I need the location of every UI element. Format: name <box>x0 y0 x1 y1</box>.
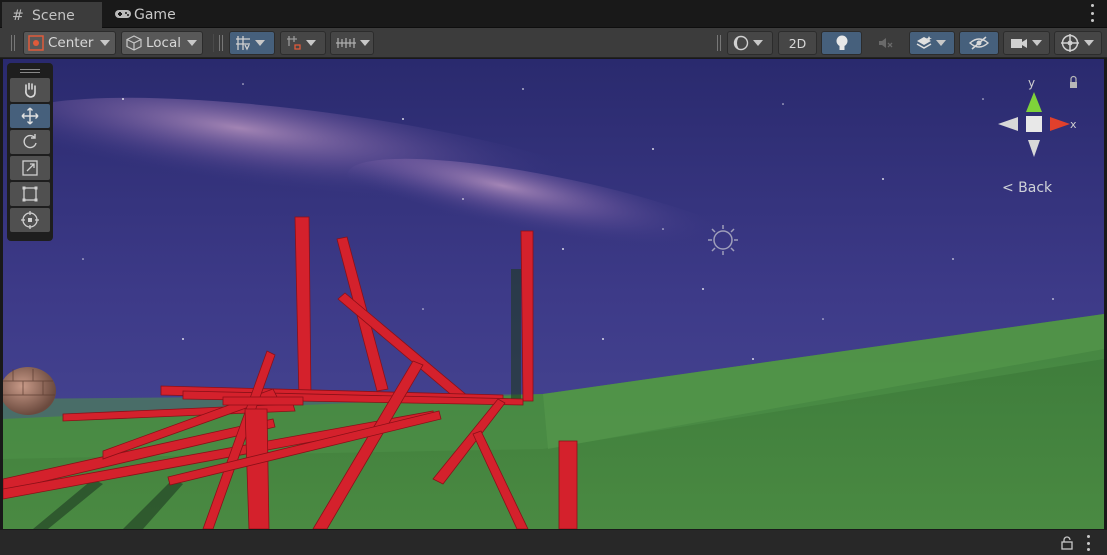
chevron-down-icon <box>100 40 111 46</box>
rotate-tool-button[interactable] <box>10 130 50 154</box>
axis-gizmo-icon: y x <box>998 75 1077 157</box>
rect-tool-button[interactable] <box>10 182 50 206</box>
gizmo-lock-icon <box>1070 82 1077 88</box>
camera-settings-dropdown[interactable] <box>1003 31 1050 55</box>
shading-sphere-icon <box>733 35 749 51</box>
move-tool-button[interactable] <box>10 104 50 128</box>
ruler-snapping-toggle[interactable] <box>330 31 374 55</box>
tab-menu-kebab-icon[interactable] <box>1089 4 1095 22</box>
chevron-down-icon <box>187 40 197 46</box>
chevron-down-icon <box>255 40 265 46</box>
scene-render <box>3 59 1104 529</box>
tab-scene[interactable]: # Scene <box>2 2 102 28</box>
toolbar-separator <box>213 34 214 52</box>
scale-tool-button[interactable] <box>10 156 50 180</box>
gizmos-dropdown[interactable] <box>1054 31 1102 55</box>
2d-mode-toggle[interactable]: 2D <box>778 31 817 55</box>
tab-game[interactable]: Game <box>104 2 194 28</box>
gizmos-globe-icon <box>1061 34 1079 52</box>
gizmo-y-label: y <box>1028 76 1035 90</box>
audio-muted-icon <box>879 38 893 48</box>
local-cube-icon <box>126 35 142 51</box>
pivot-mode-label: Center <box>48 35 94 51</box>
space-mode-dropdown[interactable]: Local <box>121 31 203 55</box>
scene-toolbar: Center Local 2D <box>0 28 1107 58</box>
toolbar-drag-handle[interactable] <box>717 35 721 51</box>
grid-snap-icon <box>236 36 250 51</box>
rect-transform-icon <box>22 186 38 202</box>
chevron-down-icon <box>306 40 316 46</box>
scale-icon <box>22 160 38 176</box>
eye-hidden-icon <box>968 36 990 50</box>
tab-game-label: Game <box>134 7 176 23</box>
lighting-toggle[interactable] <box>821 31 862 55</box>
2d-mode-label: 2D <box>788 35 807 51</box>
move-icon <box>21 107 39 125</box>
tab-bar: # Scene Game <box>0 0 1107 28</box>
audio-toggle[interactable] <box>866 31 906 55</box>
scene-viewport[interactable] <box>3 59 1104 529</box>
draw-mode-dropdown[interactable] <box>727 31 773 55</box>
hand-icon <box>25 82 36 98</box>
tab-scene-label: Scene <box>32 8 75 24</box>
lightbulb-icon <box>836 35 847 50</box>
grid-snapping-toggle[interactable] <box>229 31 275 55</box>
tools-panel <box>7 63 53 241</box>
effects-dropdown[interactable] <box>909 31 955 55</box>
scene-visibility-toggle[interactable] <box>959 31 999 55</box>
chevron-down-icon <box>753 40 763 46</box>
rotate-icon <box>23 134 37 149</box>
chevron-down-icon <box>1032 40 1042 46</box>
ruler-icon <box>336 38 356 48</box>
hand-tool-button[interactable] <box>10 78 50 102</box>
effects-layers-icon <box>916 36 932 49</box>
gizmo-x-label: x <box>1070 118 1077 131</box>
chevron-down-icon <box>1084 40 1094 46</box>
pivot-mode-dropdown[interactable]: Center <box>23 31 116 55</box>
grid-hash-icon: # <box>12 8 24 24</box>
chevron-down-icon <box>360 40 370 46</box>
toolbar-drag-handle[interactable] <box>11 35 15 51</box>
gamepad-icon <box>114 8 131 22</box>
status-bar <box>0 529 1107 555</box>
transform-tool-button[interactable] <box>10 208 50 232</box>
increment-snapping-toggle[interactable] <box>280 31 326 55</box>
space-mode-label: Local <box>146 35 181 51</box>
increment-snap-icon <box>287 36 301 50</box>
status-menu-kebab-icon[interactable] <box>1085 535 1091 551</box>
pivot-center-icon <box>28 35 44 51</box>
tools-panel-grip[interactable] <box>10 66 50 76</box>
lock-icon[interactable] <box>1061 536 1073 550</box>
transform-icon <box>21 211 39 229</box>
camera-icon <box>1011 39 1027 48</box>
chevron-down-icon <box>936 40 946 46</box>
toolbar-drag-handle[interactable] <box>219 35 223 51</box>
view-back-label[interactable]: < Back <box>1002 180 1052 196</box>
